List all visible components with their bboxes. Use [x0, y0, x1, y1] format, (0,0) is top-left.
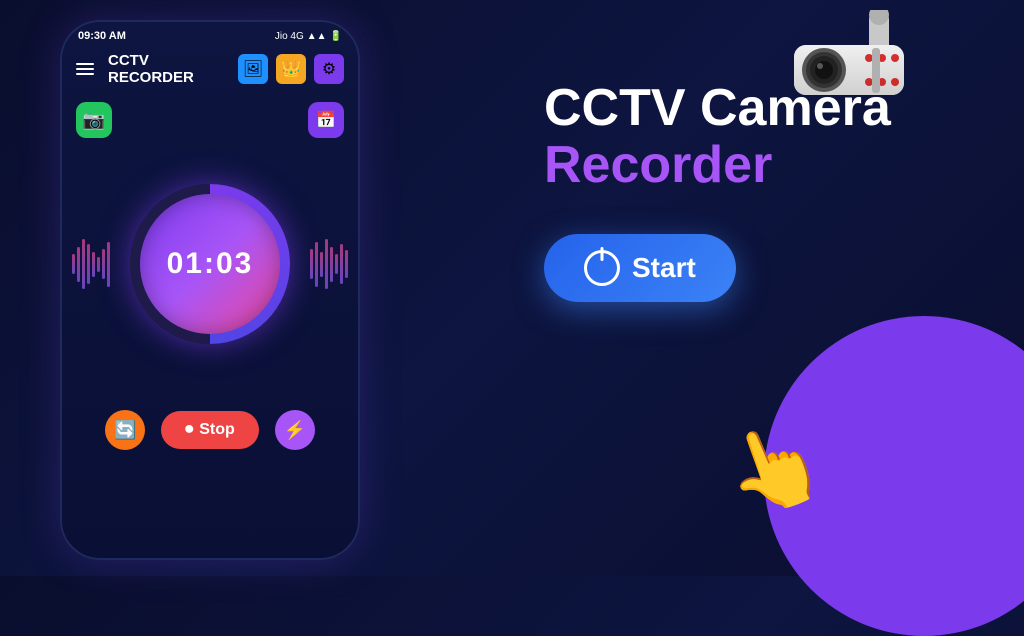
status-bar: 09:30 AM Jio 4G ▲▲ 🔋 — [62, 22, 358, 46]
wave-bar — [102, 249, 105, 279]
wave-bar — [310, 249, 313, 279]
carrier-label: Jio 4G — [275, 31, 304, 42]
audio-wave-right — [310, 234, 348, 294]
power-icon — [584, 250, 620, 286]
wave-bar — [82, 239, 85, 289]
settings-icon-btn[interactable]: ⚙ — [314, 54, 344, 84]
promo-title-line2: Recorder — [544, 137, 984, 194]
wave-bar — [320, 252, 323, 277]
battery-icon: 🔋 — [330, 31, 342, 42]
app-toolbar: CCTV RECORDER 🖼 👑 ⚙ — [62, 46, 358, 92]
wave-bar — [325, 239, 328, 289]
status-time: 09:30 AM — [78, 30, 126, 42]
wave-bar — [72, 254, 75, 274]
wave-bar — [340, 244, 343, 284]
wave-bar — [345, 250, 348, 278]
gallery-icon-btn[interactable]: 🖼 — [238, 54, 268, 84]
crown-icon: 👑 — [281, 59, 301, 79]
schedule-btn[interactable]: 📅 — [308, 102, 344, 138]
wave-bar — [87, 244, 90, 284]
wave-bar — [92, 252, 95, 277]
settings-icon: ⚙ — [322, 59, 336, 79]
lightning-icon: ⚡ — [284, 420, 306, 441]
camera-green-btn[interactable]: 📷 — [76, 102, 112, 138]
stop-button[interactable]: ⏺ Stop — [161, 411, 259, 449]
schedule-icon: 📅 — [316, 110, 336, 130]
wave-bar — [77, 247, 80, 282]
stop-label: Stop — [199, 421, 235, 439]
wave-bar — [335, 254, 338, 274]
gallery-icon: 🖼 — [243, 59, 263, 79]
phone-screen: 09:30 AM Jio 4G ▲▲ 🔋 CCTV RECORDER 🖼 👑 ⚙ — [60, 20, 360, 560]
record-dot-icon: ⏺ — [185, 421, 193, 439]
start-button[interactable]: Start — [544, 234, 736, 302]
wave-bar — [97, 257, 100, 272]
timer-display: 01:03 — [167, 247, 254, 281]
status-icons: Jio 4G ▲▲ 🔋 — [275, 31, 342, 42]
timer-outer-ring: 01:03 — [130, 184, 290, 344]
quick-actions-top: 📷 📅 — [62, 96, 358, 144]
wave-bar — [330, 247, 333, 282]
timer-area: 01:03 — [62, 164, 358, 364]
crown-icon-btn[interactable]: 👑 — [276, 54, 306, 84]
bottom-controls: 🔄 ⏺ Stop ⚡ — [62, 394, 358, 466]
app-title: CCTV RECORDER — [108, 52, 230, 86]
phone-mockup: 09:30 AM Jio 4G ▲▲ 🔋 CCTV RECORDER 🖼 👑 ⚙ — [60, 20, 360, 560]
promo-title-line1: CCTV Camera — [544, 80, 984, 137]
wave-bar — [107, 242, 110, 287]
camera-icon: 📷 — [83, 110, 105, 131]
timer-circle: 01:03 — [140, 194, 280, 334]
wave-bar — [315, 242, 318, 287]
signal-icon: ▲▲ — [307, 31, 327, 42]
start-label: Start — [632, 252, 696, 284]
promo-content: CCTV Camera Recorder Start — [544, 80, 984, 302]
menu-icon[interactable] — [76, 63, 94, 75]
refresh-button[interactable]: 🔄 — [105, 410, 145, 450]
refresh-icon: 🔄 — [114, 420, 136, 441]
audio-wave-left — [72, 234, 110, 294]
lightning-button[interactable]: ⚡ — [275, 410, 315, 450]
